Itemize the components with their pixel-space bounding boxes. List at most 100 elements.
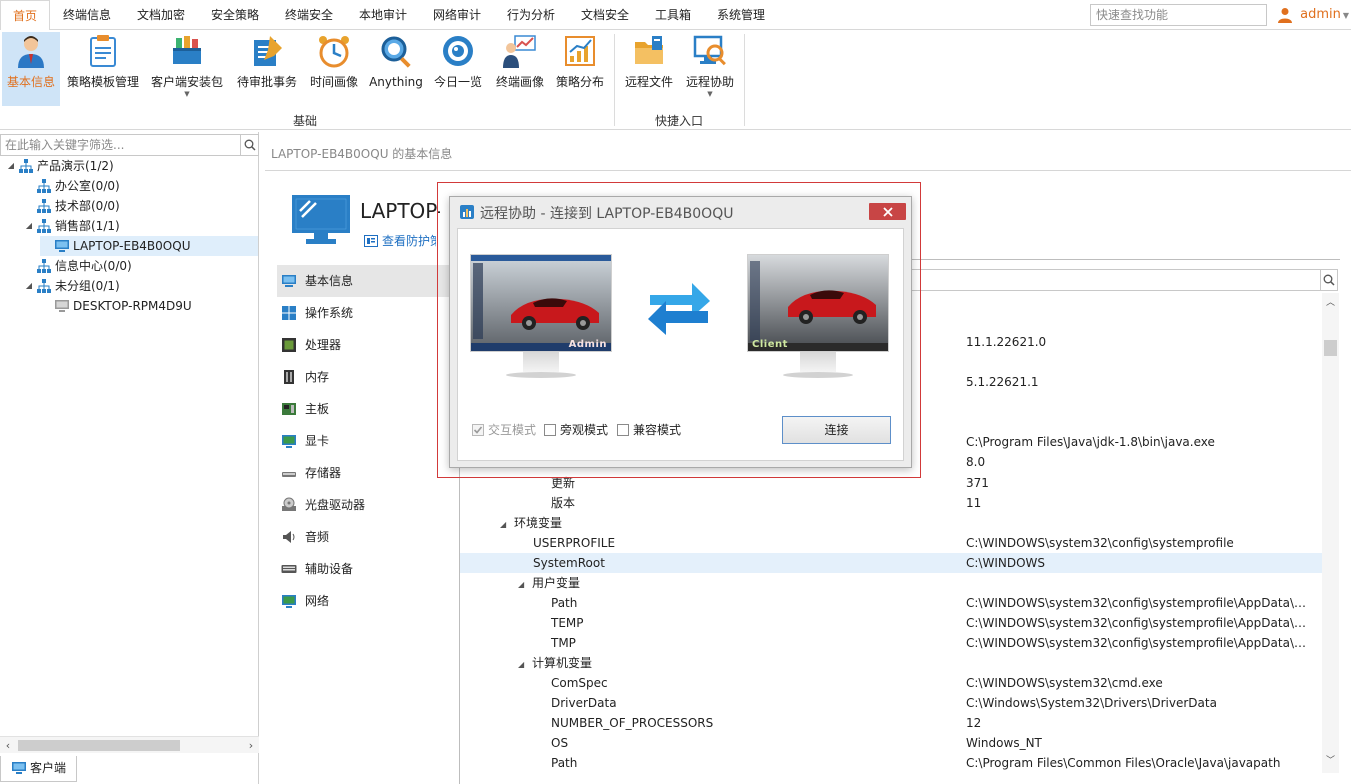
- nav-motherboard[interactable]: 主板: [277, 393, 457, 425]
- ribbon-anything-button[interactable]: Anything: [368, 32, 424, 106]
- property-row[interactable]: NUMBER_OF_PROCESSORS 12: [460, 713, 1322, 733]
- menu-local-audit[interactable]: 本地审计: [359, 0, 407, 30]
- tree-node-sales[interactable]: ◢ 销售部(1/1): [22, 216, 120, 236]
- menu-terminal-security[interactable]: 终端安全: [285, 0, 333, 30]
- property-key: TEMP: [551, 616, 584, 630]
- checkbox-label: 交互模式: [488, 423, 537, 437]
- compat-mode-checkbox[interactable]: 兼容模式: [617, 421, 681, 438]
- menu-security-policy[interactable]: 安全策略: [211, 0, 259, 30]
- property-row[interactable]: OS Windows_NT: [460, 733, 1322, 753]
- ribbon-client-package-button[interactable]: 客户端安装包 ▼: [148, 32, 226, 106]
- desktop-screenshot-image: [748, 255, 888, 351]
- ribbon-terminal-profile-button[interactable]: 终端画像: [492, 32, 548, 106]
- scrollbar-thumb[interactable]: [18, 740, 180, 751]
- expand-triangle-icon[interactable]: ◢: [518, 655, 532, 675]
- nav-processor[interactable]: 处理器: [277, 329, 457, 361]
- property-row[interactable]: ComSpec C:\WINDOWS\system32\cmd.exe: [460, 673, 1322, 693]
- nav-optical-drive[interactable]: 光盘驱动器: [277, 489, 457, 521]
- dialog-close-button[interactable]: [869, 203, 906, 220]
- property-search-input[interactable]: [900, 269, 1320, 291]
- property-key: 环境变量: [514, 516, 563, 530]
- property-group-row[interactable]: ◢ 环境变量: [460, 513, 1322, 533]
- scroll-down-icon[interactable]: ﹀: [1322, 753, 1339, 769]
- tree-horizontal-scrollbar[interactable]: ‹ ›: [0, 736, 259, 753]
- property-row[interactable]: DriverData C:\Windows\System32\Drivers\Dr…: [460, 693, 1322, 713]
- property-group-row[interactable]: ◢ 计算机变量: [460, 653, 1322, 673]
- cpu-icon: [282, 337, 296, 352]
- expand-triangle-icon[interactable]: ◢: [518, 575, 532, 595]
- interactive-mode-checkbox[interactable]: 交互模式: [472, 421, 536, 438]
- property-row[interactable]: TMP C:\WINDOWS\system32\config\systemprof…: [460, 633, 1322, 653]
- ribbon-policy-distribution-button[interactable]: 策略分布: [554, 32, 606, 106]
- property-group-row[interactable]: ◢ 用户变量: [460, 573, 1322, 593]
- property-row[interactable]: SystemRoot C:\WINDOWS: [460, 553, 1322, 573]
- property-row[interactable]: Path C:\WINDOWS\system32\config\systempro…: [460, 593, 1322, 613]
- scroll-left-icon[interactable]: ‹: [0, 737, 16, 754]
- dialog-titlebar[interactable]: 远程协助 - 连接到 LAPTOP-EB4B0OQU: [450, 197, 911, 227]
- menu-system-admin[interactable]: 系统管理: [717, 0, 765, 30]
- scroll-up-icon[interactable]: ︿: [1322, 295, 1339, 311]
- property-vertical-scrollbar[interactable]: ︿ ﹀: [1322, 293, 1339, 773]
- ribbon-time-profile-button[interactable]: 时间画像: [306, 32, 362, 106]
- nav-storage[interactable]: 存储器: [277, 457, 457, 489]
- expand-triangle-icon[interactable]: ◢: [22, 216, 36, 236]
- expand-triangle-icon[interactable]: ◢: [22, 276, 36, 296]
- property-row[interactable]: TEMP C:\WINDOWS\system32\config\systempro…: [460, 613, 1322, 633]
- tree-node-tech[interactable]: 技术部(0/0): [22, 196, 120, 216]
- expand-triangle-icon[interactable]: ◢: [4, 156, 18, 176]
- menu-terminal-info[interactable]: 终端信息: [63, 0, 111, 30]
- tree-node-ungrouped[interactable]: ◢ 未分组(0/1): [22, 276, 120, 296]
- ribbon-label: 策略分布: [555, 75, 604, 89]
- client-tab[interactable]: 客户端: [0, 756, 77, 782]
- quick-search-input[interactable]: [1090, 4, 1267, 26]
- property-key: DriverData: [551, 696, 617, 710]
- tree-node-label: 信息中心(0/0): [55, 259, 132, 273]
- tree-filter-search-button[interactable]: [241, 134, 259, 156]
- property-value: C:\WINDOWS\system32\config\systemprofile…: [966, 596, 1306, 610]
- menu-doc-security[interactable]: 文档安全: [581, 0, 629, 30]
- tree-node-info-center[interactable]: 信息中心(0/0): [22, 256, 132, 276]
- property-row[interactable]: USERPROFILE C:\WINDOWS\system32\config\sy…: [460, 533, 1322, 553]
- menu-doc-encryption[interactable]: 文档加密: [137, 0, 185, 30]
- nav-memory[interactable]: 内存: [277, 361, 457, 393]
- view-policy-link[interactable]: 查看防护策略: [364, 232, 436, 249]
- nav-basic-info[interactable]: 基本信息: [277, 265, 457, 297]
- tree-filter-input[interactable]: [0, 134, 241, 156]
- nav-os[interactable]: 操作系统: [277, 297, 457, 329]
- tree-node-laptop[interactable]: LAPTOP-EB4B0OQU: [40, 236, 258, 256]
- connect-button[interactable]: 连接: [782, 416, 891, 444]
- tree-node-office[interactable]: 办公室(0/0): [22, 176, 120, 196]
- menu-toolbox[interactable]: 工具箱: [655, 0, 691, 30]
- nav-network[interactable]: 网络: [277, 585, 457, 617]
- tree-node-desktop[interactable]: DESKTOP-RPM4D9U: [40, 296, 192, 316]
- windows-logo-icon: [282, 305, 296, 320]
- divider: [265, 170, 1351, 171]
- ribbon-basic-info-button[interactable]: 基本信息: [2, 32, 60, 106]
- nav-peripherals[interactable]: 辅助设备: [277, 553, 457, 585]
- nav-graphics[interactable]: 显卡: [277, 425, 457, 457]
- ribbon-remote-assist-button[interactable]: 远程协助 ▼: [682, 32, 738, 106]
- nav-audio[interactable]: 音频: [277, 521, 457, 553]
- ribbon-remote-file-button[interactable]: 远程文件: [622, 32, 676, 106]
- menu-network-audit[interactable]: 网络审计: [433, 0, 481, 30]
- scroll-right-icon[interactable]: ›: [243, 737, 259, 754]
- ribbon-today-overview-button[interactable]: 今日一览: [430, 32, 486, 106]
- ribbon-label: 基本信息: [6, 75, 55, 89]
- ribbon-pending-approval-button[interactable]: 待审批事务: [234, 32, 300, 106]
- ribbon-label: 远程文件: [624, 75, 673, 89]
- property-row[interactable]: Path C:\Program Files\Common Files\Oracle…: [460, 753, 1322, 773]
- watch-mode-checkbox[interactable]: 旁观模式: [544, 421, 608, 438]
- presenter-chart-icon: [503, 35, 536, 68]
- tree-node-root[interactable]: ◢ 产品演示(1/2): [4, 156, 114, 176]
- property-search-button[interactable]: [1320, 269, 1338, 291]
- ribbon-label: 时间画像: [309, 75, 358, 89]
- property-value: 12: [966, 716, 982, 730]
- property-value: 8.0: [966, 455, 986, 469]
- menu-home[interactable]: 首页: [0, 0, 50, 31]
- ribbon-policy-template-button[interactable]: 策略模板管理: [64, 32, 142, 106]
- expand-triangle-icon[interactable]: ◢: [500, 515, 514, 535]
- menu-behavior-analysis[interactable]: 行为分析: [507, 0, 555, 30]
- property-row[interactable]: 版本 11: [460, 493, 1322, 513]
- user-menu[interactable]: admin ▼: [1278, 0, 1349, 30]
- scrollbar-thumb[interactable]: [1324, 340, 1337, 356]
